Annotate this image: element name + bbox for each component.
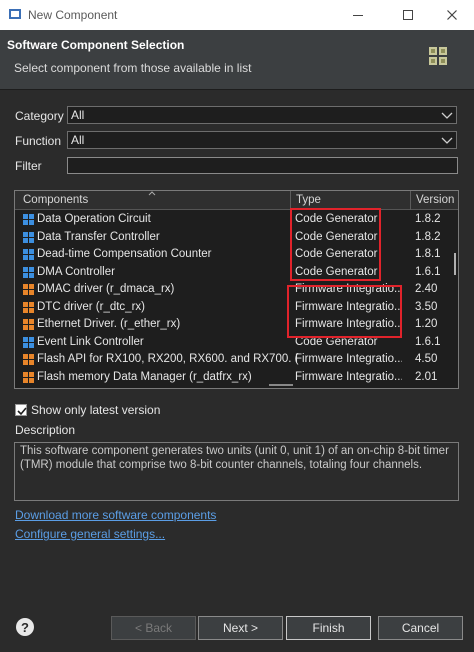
orange-grid-icon xyxy=(23,319,34,330)
window-title: New Component xyxy=(28,8,118,22)
app-icon xyxy=(9,9,21,19)
blue-grid-icon xyxy=(23,336,34,348)
wizard-footer: ? < Back Next > Finish Cancel xyxy=(0,603,474,652)
component-version: 1.20 xyxy=(415,318,438,330)
configure-settings-link[interactable]: Configure general settings... xyxy=(15,527,165,541)
next-button[interactable]: Next > xyxy=(198,616,283,640)
column-header-components[interactable]: Components xyxy=(23,194,88,206)
table-row[interactable]: Flash API for RX100, RX200, RX600. and R… xyxy=(15,351,458,369)
table-header: Components Type Version xyxy=(15,191,458,210)
component-name: Data Operation Circuit xyxy=(37,213,151,225)
component-name: DTC driver (r_dtc_rx) xyxy=(37,300,145,313)
component-version: 4.50 xyxy=(415,353,438,365)
sort-up-icon xyxy=(148,191,156,196)
scrollbar-thumb[interactable] xyxy=(269,384,293,386)
scrollbar-thumb[interactable] xyxy=(454,253,456,275)
blue-grid-icon xyxy=(23,266,34,278)
orange-grid-icon xyxy=(23,301,34,313)
close-icon[interactable] xyxy=(434,4,470,26)
function-label: Function xyxy=(15,134,62,148)
blue-grid-icon xyxy=(23,249,34,260)
component-name: Flash API for RX100, RX200, RX600. and R… xyxy=(37,353,299,365)
orange-grid-icon xyxy=(23,354,34,365)
blue-grid-icon xyxy=(23,214,34,225)
orange-grid-icon xyxy=(23,284,34,295)
show-latest-label: Show only latest version xyxy=(31,403,161,417)
help-icon[interactable]: ? xyxy=(16,618,34,636)
finish-button[interactable]: Finish xyxy=(286,616,371,640)
download-components-link[interactable]: Download more software components xyxy=(15,508,216,522)
function-select[interactable]: All xyxy=(67,131,457,149)
component-version: 1.6.1 xyxy=(415,335,441,348)
horizontal-scrollbar[interactable] xyxy=(15,383,458,388)
component-name: Ethernet Driver. (r_ether_rx) xyxy=(37,318,181,330)
column-header-type[interactable]: Type xyxy=(296,194,321,206)
cancel-button[interactable]: Cancel xyxy=(378,616,463,640)
component-version: 1.6.1 xyxy=(415,265,441,278)
column-divider[interactable] xyxy=(410,191,411,210)
page-title: Software Component Selection xyxy=(7,38,185,52)
component-name: Data Transfer Controller xyxy=(37,230,160,243)
component-grid-icon xyxy=(429,47,447,65)
orange-grid-icon xyxy=(23,371,34,383)
component-version: 2.40 xyxy=(415,283,438,295)
category-value: All xyxy=(71,108,85,122)
component-version: 2.01 xyxy=(415,370,438,383)
back-button[interactable]: < Back xyxy=(111,616,196,640)
chevron-down-icon xyxy=(441,137,453,144)
page-subtitle: Select component from those available in… xyxy=(14,61,252,75)
table-row[interactable]: DMA Controller Code Generator 1.6.1 xyxy=(15,264,458,282)
column-header-version[interactable]: Version xyxy=(416,194,454,206)
check-icon xyxy=(17,407,27,416)
blue-grid-icon xyxy=(23,231,34,243)
component-name: Dead-time Compensation Counter xyxy=(37,248,212,260)
function-value: All xyxy=(71,133,85,147)
wizard-header: Software Component Selection Select comp… xyxy=(0,30,474,90)
component-type: Firmware Integratio... xyxy=(295,353,402,365)
category-select[interactable]: All xyxy=(67,106,457,124)
table-row[interactable]: Data Transfer Controller Code Generator 1.… xyxy=(15,229,458,247)
component-name: DMAC driver (r_dmaca_rx) xyxy=(37,283,175,295)
component-type: Firmware Integratio... xyxy=(295,370,402,383)
component-name: Event Link Controller xyxy=(37,335,144,348)
filter-input[interactable] xyxy=(67,157,458,174)
vertical-scrollbar[interactable] xyxy=(452,211,458,388)
component-version: 3.50 xyxy=(415,300,438,313)
component-name: DMA Controller xyxy=(37,265,115,278)
filter-label: Filter xyxy=(15,159,42,173)
description-label: Description xyxy=(15,423,76,437)
highlight-box-code-generator xyxy=(290,208,381,281)
window-titlebar: New Component xyxy=(0,0,474,30)
show-latest-checkbox[interactable] xyxy=(15,404,27,416)
minimize-icon[interactable] xyxy=(340,4,376,26)
description-text: This software component generates two un… xyxy=(14,442,459,501)
component-version: 1.8.1 xyxy=(415,248,441,260)
component-version: 1.8.2 xyxy=(415,213,441,225)
table-row[interactable]: Dead-time Compensation Counter Code Gener… xyxy=(15,246,458,264)
component-name: Flash memory Data Manager (r_datfrx_rx) xyxy=(37,370,252,383)
show-latest-version-option[interactable]: Show only latest version xyxy=(15,402,160,418)
chevron-down-icon xyxy=(441,112,453,119)
maximize-icon[interactable] xyxy=(390,4,426,26)
table-row[interactable]: Data Operation Circuit Code Generator 1.8.… xyxy=(15,211,458,229)
highlight-box-firmware-integration xyxy=(287,285,402,338)
component-version: 1.8.2 xyxy=(415,230,441,243)
category-label: Category xyxy=(15,109,64,123)
